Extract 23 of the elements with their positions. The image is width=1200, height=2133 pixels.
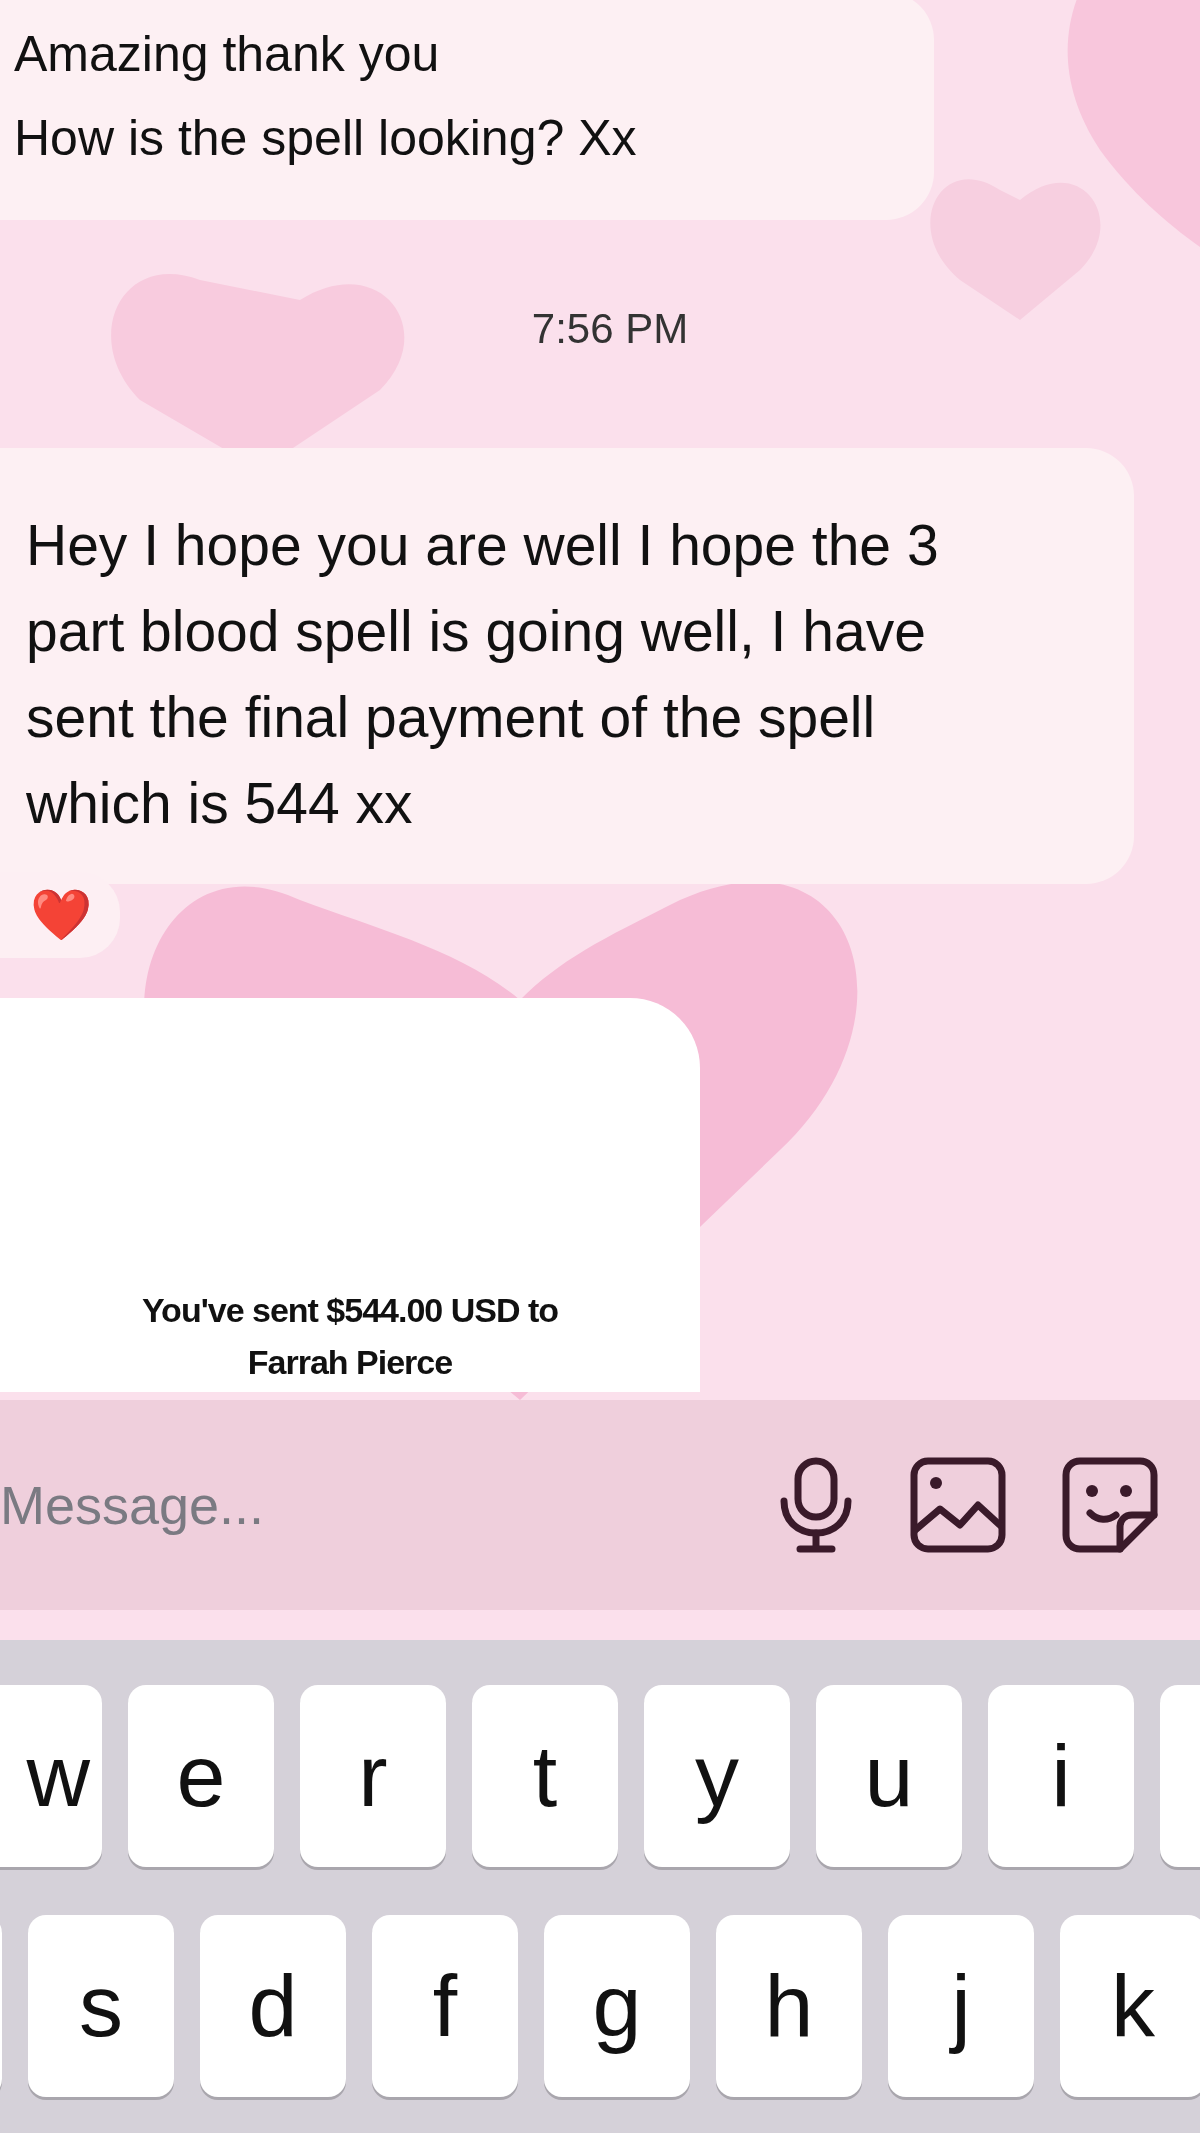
timestamp: 7:56 PM	[530, 305, 689, 353]
keyboard-key[interactable]: w	[0, 1685, 102, 1867]
keyboard-key[interactable]: r	[300, 1685, 446, 1867]
message-text: How is the spell looking? Xx	[14, 109, 638, 168]
keyboard-key[interactable]: u	[816, 1685, 962, 1867]
keyboard-key[interactable]: i	[988, 1685, 1134, 1867]
keyboard-key[interactable]: t	[472, 1685, 618, 1867]
message-input[interactable]: Message...	[0, 1474, 724, 1536]
keyboard-key[interactable]: s	[28, 1915, 174, 2097]
message-text: Hey I hope you are well I hope the 3 part blood spell is going well, I have sent the final payment of the spell which is 544 xx	[26, 512, 940, 837]
keyboard-key[interactable]: y	[644, 1685, 790, 1867]
keyboard-key[interactable]: h	[716, 1915, 862, 2097]
keyboard-key[interactable]: d	[200, 1915, 346, 2097]
sticker-icon[interactable]	[1060, 1455, 1160, 1555]
image-icon[interactable]	[908, 1455, 1008, 1555]
keyboard-key[interactable]: j	[888, 1915, 1034, 2097]
message-text: Amazing thank you	[14, 25, 441, 84]
payment-text: You've sent $544.00 USD to	[141, 1290, 559, 1331]
keyboard-key[interactable]: e	[128, 1685, 274, 1867]
keyboard-key[interactable]: k	[1060, 1915, 1200, 2097]
keyboard-key[interactable]: g	[544, 1915, 690, 2097]
keyboard-key[interactable]: f	[372, 1915, 518, 2097]
payment-text: Farrah Pierce	[247, 1342, 453, 1383]
